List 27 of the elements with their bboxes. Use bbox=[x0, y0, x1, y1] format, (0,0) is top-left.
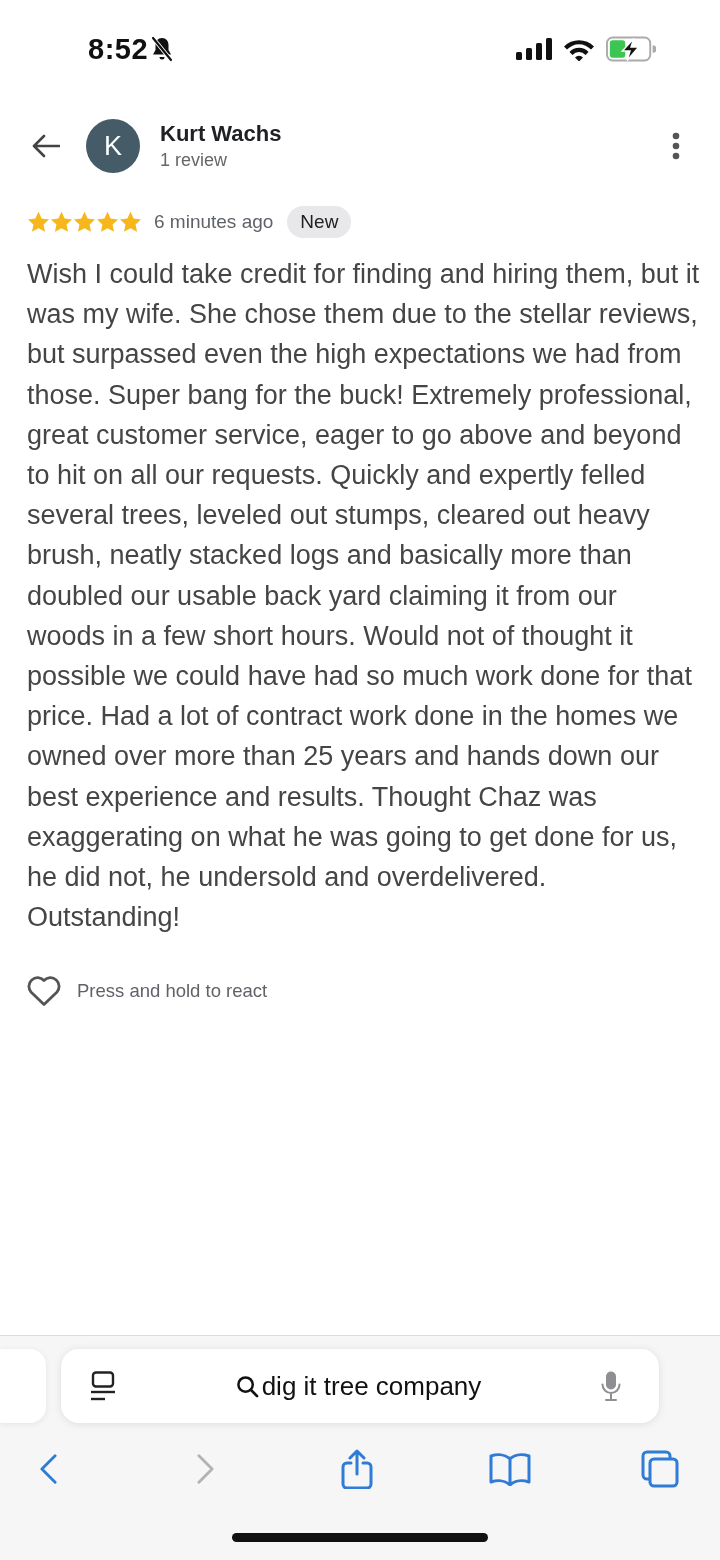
battery-charging-icon bbox=[606, 36, 656, 62]
page-menu-icon[interactable] bbox=[90, 1371, 116, 1401]
back-arrow-icon[interactable] bbox=[32, 134, 60, 158]
tabs-icon[interactable] bbox=[641, 1450, 679, 1488]
star-icon bbox=[27, 211, 50, 233]
search-field[interactable]: dig it tree company bbox=[61, 1349, 659, 1423]
review-time: 6 minutes ago bbox=[154, 211, 274, 233]
status-time: 8:52 bbox=[88, 32, 149, 66]
review-text: Wish I could take credit for finding and hiring them, but it was my wife. She chose them due to the stellar reviews, but surpassed even the high expectations we had from those. Super bang for the buck! Extremely professional, great customer service, eager to go above and beyond to hit on all our requests. Quickly and expertly felled several trees, leveled out stumps, cleared out heavy brush, neatly stacked logs and basically more than doubled our usable back yard claiming it from our woods in a few short hours. Would not of thought it possible we could have had so much work done for that price. Had a lot of contract work done in the homes we owned over more than 25 years and hands down our best experience and results. Thought Chaz was exaggerating on what he was going to get done for us, he did not, he undersold and overdelivered. Outstanding! bbox=[26, 258, 701, 935]
avatar: K bbox=[86, 119, 140, 173]
bookmarks-icon[interactable] bbox=[489, 1452, 531, 1486]
reviewer-name[interactable]: Kurt Wachs bbox=[160, 120, 282, 148]
microphone-icon[interactable] bbox=[601, 1371, 621, 1401]
reaction-hint: Press and hold to react bbox=[77, 979, 268, 1002]
new-badge: New bbox=[287, 206, 352, 238]
star-icon bbox=[50, 211, 73, 233]
review-count: 1 review bbox=[160, 149, 228, 172]
signal-icon bbox=[516, 38, 552, 60]
star-icon bbox=[119, 211, 142, 233]
search-icon bbox=[235, 1374, 259, 1398]
star-icon bbox=[96, 211, 119, 233]
back-icon[interactable] bbox=[39, 1453, 57, 1485]
star-icon bbox=[73, 211, 96, 233]
share-icon[interactable] bbox=[341, 1449, 373, 1489]
more-options-icon[interactable] bbox=[672, 132, 680, 160]
heart-icon[interactable] bbox=[27, 975, 61, 1007]
wifi-icon bbox=[563, 37, 595, 61]
